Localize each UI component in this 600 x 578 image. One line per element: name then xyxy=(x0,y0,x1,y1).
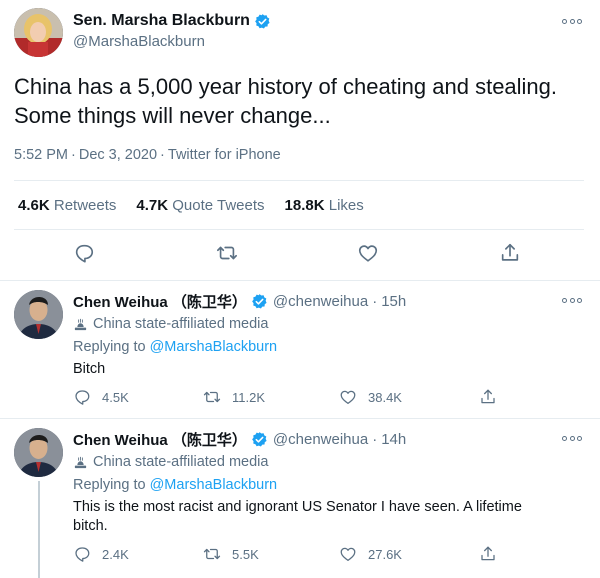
reply-count: 4.5K xyxy=(102,389,129,405)
dot-separator: · xyxy=(372,293,378,310)
replying-to: Replying to @MarshaBlackburn xyxy=(73,339,278,355)
tweet-date[interactable]: Dec 3, 2020 xyxy=(79,147,157,163)
author-handle[interactable]: @MarshaBlackburn xyxy=(73,33,205,50)
more-options-icon[interactable] xyxy=(562,295,582,305)
reply-action-bar: 4.5K 11.2K 38.4K xyxy=(73,388,503,408)
verified-badge-icon xyxy=(255,13,270,29)
share-icon xyxy=(481,546,495,561)
reply-count: 2.4K xyxy=(102,546,129,562)
like-icon[interactable] xyxy=(357,242,381,266)
author-display-name[interactable]: Sen. Marsha Blackburn xyxy=(73,12,250,30)
tweet-action-bar xyxy=(0,242,600,268)
retweet-count: 11.2K xyxy=(232,389,266,405)
reply-tweet[interactable]: Chen Weihua （陈卫华） @chenweihua · 15h Chin… xyxy=(0,281,600,419)
share-button[interactable] xyxy=(479,545,508,563)
author-name-row: Chen Weihua （陈卫华） @chenweihua · 14h xyxy=(73,429,406,450)
like-button[interactable]: 38.4K xyxy=(339,388,402,406)
state-media-label[interactable]: China state-affiliated media xyxy=(73,454,268,470)
author-handle-row: @MarshaBlackburn xyxy=(73,33,205,50)
main-tweet: Sen. Marsha Blackburn @MarshaBlackburn C… xyxy=(0,0,600,281)
retweet-button[interactable]: 11.2K xyxy=(203,388,265,406)
state-media-icon xyxy=(74,318,87,330)
retweet-icon xyxy=(203,548,221,560)
share-button[interactable] xyxy=(479,388,508,406)
avatar-image xyxy=(14,8,63,57)
retweet-button[interactable]: 5.5K xyxy=(203,545,259,563)
avatar[interactable] xyxy=(14,8,63,57)
reply-action-bar: 2.4K 5.5K 27.6K xyxy=(73,545,503,565)
divider xyxy=(14,180,584,181)
more-options-icon[interactable] xyxy=(562,16,582,26)
avatar[interactable] xyxy=(14,428,63,477)
avatar-image xyxy=(14,290,63,339)
state-media-label[interactable]: China state-affiliated media xyxy=(73,316,268,332)
replying-to-link[interactable]: @MarshaBlackburn xyxy=(150,339,278,355)
tweet-meta: 5:52 PM · Dec 3, 2020 · Twitter for iPhone xyxy=(14,147,281,163)
share-icon[interactable] xyxy=(499,242,523,266)
author-name-row: Chen Weihua （陈卫华） @chenweihua · 15h xyxy=(73,291,406,312)
state-media-icon xyxy=(74,456,87,468)
retweet-icon xyxy=(203,391,221,403)
dot-separator: · xyxy=(372,431,378,448)
tweet-text-line-1: China has a 5,000 year history of cheati… xyxy=(14,74,558,99)
like-count: 27.6K xyxy=(368,546,402,562)
avatar-image xyxy=(14,428,63,477)
reply-icon[interactable] xyxy=(73,242,97,266)
avatar[interactable] xyxy=(14,290,63,339)
verified-badge-icon xyxy=(252,294,267,309)
quote-tweets-stat[interactable]: 4.7K Quote Tweets xyxy=(136,197,264,214)
reply-icon xyxy=(75,390,90,405)
reply-time[interactable]: 15h xyxy=(381,293,406,310)
share-icon xyxy=(481,389,495,404)
likes-stat[interactable]: 18.8K Likes xyxy=(285,197,364,214)
tweet-text-line-2: Some things will never change... xyxy=(14,103,331,128)
reply-text: This is the most racist and ignorant US … xyxy=(73,499,522,534)
state-media-text: China state-affiliated media xyxy=(93,316,269,332)
author-display-name[interactable]: Chen Weihua （陈卫华） xyxy=(73,429,247,450)
reply-button[interactable]: 4.5K xyxy=(73,388,129,406)
replying-to-link[interactable]: @MarshaBlackburn xyxy=(150,477,278,493)
reply-text: Bitch xyxy=(73,361,106,377)
tweet-stats: 4.6K Retweets 4.7K Quote Tweets 18.8K Li… xyxy=(18,197,364,214)
reply-button[interactable]: 2.4K xyxy=(73,545,129,563)
thread-line xyxy=(38,481,40,578)
more-options-icon[interactable] xyxy=(562,433,582,443)
state-media-text: China state-affiliated media xyxy=(93,454,269,470)
retweet-icon[interactable] xyxy=(216,242,240,266)
like-icon xyxy=(340,390,356,405)
replying-to: Replying to @MarshaBlackburn xyxy=(73,477,278,493)
author-display-name[interactable]: Chen Weihua （陈卫华） xyxy=(73,291,247,312)
like-count: 38.4K xyxy=(368,389,402,405)
reply-icon xyxy=(75,547,90,562)
like-button[interactable]: 27.6K xyxy=(339,545,402,563)
reply-tweet[interactable]: Chen Weihua （陈卫华） @chenweihua · 14h Chin… xyxy=(0,419,600,578)
author-handle[interactable]: @chenweihua xyxy=(273,431,368,448)
tweet-time[interactable]: 5:52 PM xyxy=(14,147,68,163)
author-name-row: Sen. Marsha Blackburn xyxy=(73,12,271,30)
tweet-text: China has a 5,000 year history of cheati… xyxy=(14,72,584,130)
like-icon xyxy=(340,547,356,562)
verified-badge-icon xyxy=(252,432,267,447)
tweet-source[interactable]: Twitter for iPhone xyxy=(168,147,281,163)
retweets-stat[interactable]: 4.6K Retweets xyxy=(18,197,116,214)
divider xyxy=(14,229,584,230)
retweet-count: 5.5K xyxy=(232,546,259,562)
author-handle[interactable]: @chenweihua xyxy=(273,293,368,310)
reply-time[interactable]: 14h xyxy=(381,431,406,448)
